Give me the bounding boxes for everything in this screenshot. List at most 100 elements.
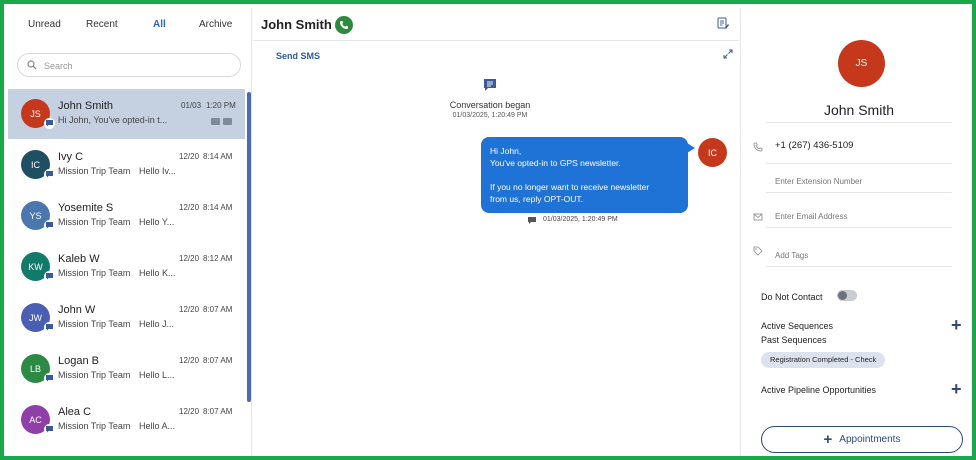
bubble-tail	[687, 143, 695, 153]
conversation-snippet: Hello Y...	[139, 217, 175, 227]
divider	[766, 192, 952, 193]
tab-archive[interactable]: Archive	[199, 19, 232, 30]
add-sequence-button[interactable]: +	[951, 316, 962, 334]
conversation-item[interactable]: IC Ivy C 12/20 8:14 AM Mission Trip Team Hell…	[8, 140, 245, 190]
conversation-time: 1:20 PM	[206, 101, 236, 110]
conversation-panel: John Smith Send SMS Conversation began 0…	[253, 8, 739, 456]
conversation-snippet: Hello A...	[139, 421, 176, 431]
conversation-item[interactable]: JW John W 12/20 8:07 AM Mission Trip Team Hel…	[8, 293, 245, 343]
tab-all[interactable]: All	[153, 19, 166, 30]
email-input[interactable]	[775, 209, 955, 223]
conversation-date: 12/20	[179, 152, 200, 161]
conversation-list: JS John Smith 01/03 1:20 PM Hi John, You've …	[8, 88, 246, 456]
do-not-contact-label: Do Not Contact	[761, 292, 823, 302]
conversation-list-panel: Unread Recent All Archive JSJohn Smith01…	[8, 8, 252, 456]
conversation-snippet: Hello J...	[139, 319, 175, 329]
conversation-time: 8:07 AM	[203, 305, 233, 314]
message-line: Hi John,	[490, 146, 522, 156]
sms-channel-icon	[44, 424, 55, 435]
conversation-date: 12/20	[179, 407, 200, 416]
tag-icon	[753, 246, 763, 256]
conversation-date: 12/20	[179, 305, 200, 314]
conversation-time: 8:14 AM	[203, 152, 233, 161]
message-line: You've opted-in to GPS newsletter.	[490, 158, 621, 168]
sender-avatar: IC	[698, 138, 727, 167]
filter-tabs: Unread Recent All Archive	[8, 8, 251, 42]
pipeline-label: Active Pipeline Opportunities	[761, 385, 877, 395]
conversation-name: Ivy C	[58, 151, 84, 163]
sms-channel-icon	[44, 169, 55, 180]
conversation-name: Logan B	[58, 355, 99, 367]
notes-icon[interactable]	[717, 17, 729, 30]
conversation-time: 8:07 AM	[203, 356, 233, 365]
message-timestamp: 01/03/2025, 1:20:49 PM	[543, 216, 618, 223]
divider	[766, 122, 952, 123]
message-bubble: Hi John, You've opted-in to GPS newslett…	[481, 137, 688, 213]
conversation-item[interactable]: YS Yosemite S 12/20 8:14 AM Mission Trip Tea…	[8, 191, 245, 241]
conversation-snippet: Hello L...	[139, 370, 175, 380]
active-sequences-label: Active Sequences	[761, 321, 834, 331]
list-scrollbar[interactable]	[247, 92, 251, 402]
call-button[interactable]	[335, 16, 353, 34]
search-icon	[27, 60, 37, 70]
expand-icon[interactable]	[723, 49, 733, 59]
phone-icon	[753, 142, 763, 152]
conversation-date: 12/20	[179, 254, 200, 263]
phone-icon	[340, 21, 348, 29]
message-line: If you no longer want to receive newslet…	[490, 182, 650, 192]
conversation-name: John W	[58, 304, 96, 316]
message-meta: 01/03/2025, 1:20:49 PM	[528, 216, 618, 224]
conversation-item[interactable]: AC Alea C 12/20 8:07 AM Mission Trip Team Hel…	[8, 395, 245, 445]
appointments-label: Appointments	[839, 434, 901, 445]
sms-channel-icon	[44, 373, 55, 384]
tags-input[interactable]	[775, 248, 955, 262]
app-window: Unread Recent All Archive JS John Smith 01…	[0, 0, 976, 460]
sms-channel-icon	[44, 118, 55, 129]
conversation-time: 8:14 AM	[203, 203, 233, 212]
search-box	[17, 53, 241, 77]
contact-details-panel: JS John Smith +1 (267) 436-5109 Do Not C…	[740, 8, 972, 456]
document-icon	[211, 118, 220, 125]
sms-channel-icon	[44, 322, 55, 333]
conversation-header: John Smith	[253, 8, 739, 41]
conversation-start-icon	[484, 79, 496, 91]
conversation-date: 12/20	[179, 356, 200, 365]
conversation-snippet: Hello Iv...	[139, 166, 176, 176]
plus-icon: +	[823, 431, 833, 448]
past-sequence-chip[interactable]: Registration Completed - Check	[761, 352, 886, 368]
divider	[766, 266, 952, 267]
conversation-start-text: Conversation began	[449, 100, 531, 110]
conversation-item[interactable]: LB Logan B 12/20 8:07 AM Mission Trip Team He…	[8, 344, 245, 394]
conversation-item[interactable]: JS John Smith 01/03 1:20 PM Hi John, You've …	[8, 89, 245, 139]
extension-input[interactable]	[775, 174, 955, 188]
search-input[interactable]	[44, 58, 234, 74]
sms-channel-icon	[44, 220, 55, 231]
message-line: from us, reply OPT-OUT.	[490, 194, 584, 204]
conversation-name: John Smith	[58, 100, 114, 112]
status-badges	[208, 114, 232, 128]
conversation-time: 8:12 AM	[203, 254, 233, 263]
conversation-name: Alea C	[58, 406, 92, 418]
past-sequences-label: Past Sequences	[761, 335, 827, 345]
divider	[766, 227, 952, 228]
conversation-start-date: 01/03/2025, 1:20:49 PM	[452, 112, 528, 119]
sms-icon	[528, 217, 536, 224]
send-sms-link[interactable]: Send SMS	[276, 51, 320, 61]
do-not-contact-toggle[interactable]	[837, 290, 857, 301]
conversation-title: John Smith	[261, 17, 332, 32]
add-pipeline-button[interactable]: +	[951, 380, 962, 398]
conversation-snippet: Hello K...	[139, 268, 176, 278]
sms-channel-icon	[44, 271, 55, 282]
phone-number[interactable]: +1 (267) 436-5109	[775, 140, 853, 151]
message-icon	[223, 118, 232, 125]
conversation-name: Kaleb W	[58, 253, 100, 265]
tab-recent[interactable]: Recent	[86, 19, 118, 30]
conversation-date: 01/03	[181, 101, 202, 110]
tab-unread[interactable]: Unread	[28, 19, 61, 30]
conversation-item[interactable]: KW Kaleb W 12/20 8:12 AM Mission Trip Team He…	[8, 242, 245, 292]
contact-name: John Smith	[823, 102, 895, 118]
conversation-date: 12/20	[179, 203, 200, 212]
conversation-name: Yosemite S	[58, 202, 114, 214]
contact-avatar: JS	[838, 40, 885, 87]
appointments-button[interactable]: + Appointments	[761, 426, 963, 453]
